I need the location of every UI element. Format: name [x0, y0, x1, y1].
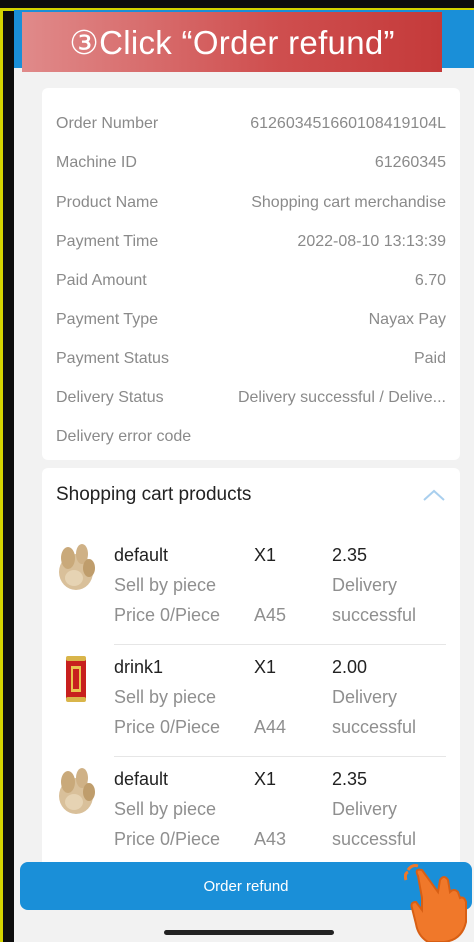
cart-card: Shopping cart products default Sell by p…	[42, 468, 460, 878]
info-row-payment-status: Payment Status Paid	[56, 347, 446, 371]
info-row-product-name: Product Name Shopping cart merchandise	[56, 191, 446, 215]
item-sell-mode: Sell by piece	[114, 799, 217, 819]
item-name: drink1	[114, 657, 164, 677]
item-amount-status: 2.35 Delivery successful	[332, 764, 416, 854]
info-row-delivery-status: Delivery Status Delivery successful / De…	[56, 386, 446, 410]
divider	[114, 756, 446, 757]
ginger-icon	[59, 544, 95, 590]
item-status-line2: successful	[332, 829, 417, 849]
item-qty-slot: X1 A44	[254, 652, 286, 742]
item-amount-status: 2.35 Delivery successful	[332, 540, 416, 630]
item-status-line1: Delivery	[332, 687, 398, 707]
info-value: Nayax Pay	[368, 311, 446, 328]
cart-item: drink1 Sell by piece Price 0/Piece X1 A4…	[42, 648, 460, 756]
cart-item: default Sell by piece Price 0/Piece X1 A…	[42, 536, 460, 644]
item-status-line2: successful	[332, 605, 417, 625]
item-name: default	[114, 545, 169, 565]
cart-item: default Sell by piece Price 0/Piece X1 A…	[42, 760, 460, 868]
item-amount: 2.00	[332, 657, 368, 677]
item-amount-status: 2.00 Delivery successful	[332, 652, 416, 742]
info-value: 612603451660108419104L	[250, 115, 446, 132]
phone-screen: Order Number 612603451660108419104L Mach…	[14, 10, 474, 942]
info-row-paid-amount: Paid Amount 6.70	[56, 269, 446, 293]
item-slot: A44	[254, 717, 287, 737]
info-label: Paid Amount	[56, 272, 147, 289]
item-info: drink1 Sell by piece Price 0/Piece	[114, 652, 220, 742]
item-amount: 2.35	[332, 769, 368, 789]
chevron-up-icon[interactable]	[422, 488, 446, 502]
item-sell-mode: Sell by piece	[114, 687, 217, 707]
item-qty-slot: X1 A45	[254, 540, 286, 630]
item-price: Price 0/Piece	[114, 717, 221, 737]
info-value: 2022-08-10 13:13:39	[297, 233, 446, 250]
item-status-line1: Delivery	[332, 799, 398, 819]
info-value: Shopping cart merchandise	[251, 194, 446, 211]
home-indicator[interactable]	[164, 930, 334, 935]
info-label: Payment Time	[56, 233, 159, 250]
info-label: Machine ID	[56, 154, 137, 171]
ginger-icon	[59, 768, 95, 814]
item-sell-mode: Sell by piece	[114, 575, 217, 595]
info-label: Delivery error code	[56, 428, 192, 445]
item-qty-slot: X1 A43	[254, 764, 286, 854]
info-value: 61260345	[374, 154, 446, 171]
pointing-hand-icon	[404, 864, 467, 942]
info-row-payment-type: Payment Type Nayax Pay	[56, 308, 446, 332]
info-value: Paid	[413, 350, 446, 367]
item-name: default	[114, 769, 169, 789]
item-qty: X1	[254, 545, 277, 565]
item-qty: X1	[254, 657, 277, 677]
item-status-line1: Delivery	[332, 575, 398, 595]
item-price: Price 0/Piece	[114, 605, 221, 625]
info-value: 6.70	[414, 272, 446, 289]
item-info: default Sell by piece Price 0/Piece	[114, 764, 220, 854]
order-info-card: Order Number 612603451660108419104L Mach…	[42, 88, 460, 460]
info-label: Order Number	[56, 115, 159, 132]
instruction-banner: ③Click “Order refund”	[22, 12, 442, 72]
info-value: Delivery successful / Delive...	[237, 389, 446, 406]
item-slot: A43	[254, 829, 287, 849]
info-label: Payment Type	[56, 311, 158, 328]
info-row-order-number: Order Number 612603451660108419104L	[56, 112, 446, 136]
info-label: Product Name	[56, 194, 159, 211]
info-label: Payment Status	[56, 350, 169, 367]
item-amount: 2.35	[332, 545, 368, 565]
item-qty: X1	[254, 769, 277, 789]
info-row-machine-id: Machine ID 61260345	[56, 151, 446, 175]
can-icon	[66, 656, 86, 702]
info-row-delivery-error-code: Delivery error code	[56, 425, 446, 449]
item-slot: A45	[254, 605, 287, 625]
divider	[114, 644, 446, 645]
item-info: default Sell by piece Price 0/Piece	[114, 540, 220, 630]
item-status-line2: successful	[332, 717, 417, 737]
cart-title: Shopping cart products	[56, 484, 252, 505]
info-label: Delivery Status	[56, 389, 164, 406]
item-price: Price 0/Piece	[114, 829, 221, 849]
info-row-payment-time: Payment Time 2022-08-10 13:13:39	[56, 230, 446, 254]
